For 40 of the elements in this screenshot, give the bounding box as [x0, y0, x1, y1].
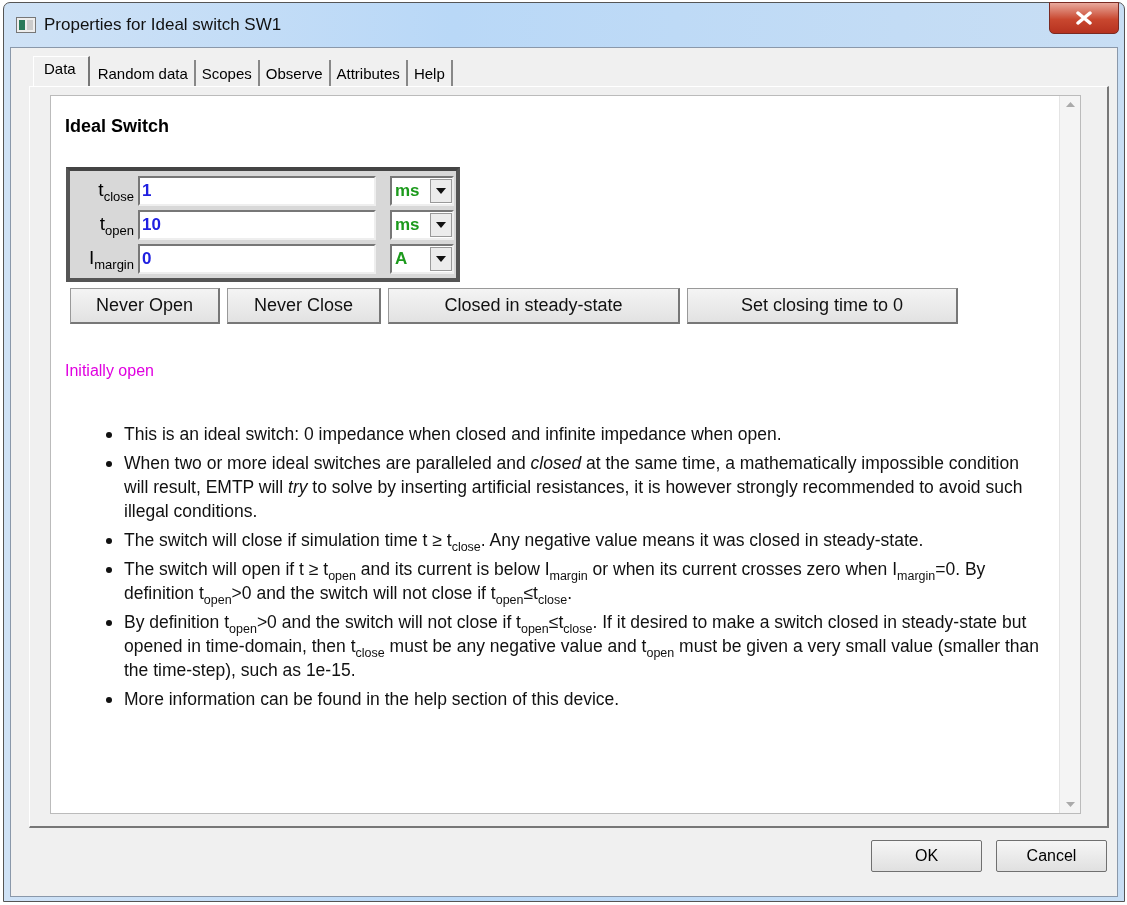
scrollbar[interactable] — [1059, 96, 1080, 813]
parameter-label: I$_{margin}$ — [87, 247, 134, 271]
unit-dropdown[interactable]: ms — [390, 210, 454, 240]
dropdown-arrow-icon — [436, 188, 446, 194]
bullet-icon — [106, 620, 112, 626]
preset-button[interactable]: Never Close — [227, 288, 381, 324]
preset-button[interactable]: Set closing time to 0 — [687, 288, 958, 324]
window-icon — [16, 17, 36, 33]
parameter-field[interactable]: 10 — [138, 210, 376, 240]
dialog-button[interactable]: Cancel — [996, 840, 1107, 872]
parameter-label: t$_{close}$ — [97, 179, 134, 203]
scroll-down-icon[interactable] — [1065, 802, 1075, 807]
parameter-label: t$_{open}$ — [98, 213, 134, 237]
bullet-icon — [106, 461, 112, 467]
dropdown-arrow-icon — [436, 256, 446, 262]
parameter-field[interactable]: 1 — [138, 176, 376, 206]
note-text: This is an ideal switch: 0 impedance when closed and infinite impedance when open. — [124, 423, 782, 446]
section-heading: Ideal Switch — [65, 116, 171, 137]
tab[interactable]: Data — [33, 56, 90, 86]
note-text: The switch will open if t ≥ t$_{open}$ and its current is below I$_{margin}$ or when its current crosses zero when I$_{margin}$=0. By definition t$_{open}$>0 and the switch will not close if t$_{open}$≤t$_{close}$. — [124, 558, 987, 605]
unit-dropdown[interactable]: A — [390, 244, 454, 274]
note-text: When two or more ideal switches are paralleled and closed at the same time, a mathematically impossible condition will result, EMTP will try to solve by inserting artificial resistances, it is however strongly recommended to avoid such illegal conditions. — [124, 452, 1024, 523]
status-text: Initially open — [65, 362, 155, 380]
preset-button[interactable]: Never Open — [70, 288, 220, 324]
window-title: Properties for Ideal switch SW1 — [44, 15, 282, 35]
bullet-icon — [106, 538, 112, 544]
preset-button[interactable]: Closed in steady-state — [388, 288, 680, 324]
unit-dropdown[interactable]: ms — [390, 176, 454, 206]
close-button[interactable] — [1049, 2, 1119, 34]
note-text: By definition t$_{open}$>0 and the switch will not close if t$_{open}$≤t$_{close}$. If it desired to make a switch closed in steady-state but opened in time-domain, then t$_{close}$ must be any negative value and t$_{open}$ must be given a very small value (smaller than the time-step), such as 1e-15. — [124, 611, 1039, 682]
close-icon — [1075, 11, 1093, 25]
parameter-field[interactable]: 0 — [138, 244, 376, 274]
bullet-icon — [106, 432, 112, 438]
bullet-icon — [106, 697, 112, 703]
dialog-button[interactable]: OK — [871, 840, 982, 872]
scroll-up-icon[interactable] — [1065, 102, 1075, 107]
dropdown-arrow-icon — [436, 222, 446, 228]
bullet-icon — [106, 567, 112, 573]
note-text: The switch will close if simulation time t ≥ t$_{close}$. Any negative value means it was closed in steady-state. — [124, 529, 924, 552]
note-text: More information can be found in the help section of this device. — [124, 688, 620, 711]
